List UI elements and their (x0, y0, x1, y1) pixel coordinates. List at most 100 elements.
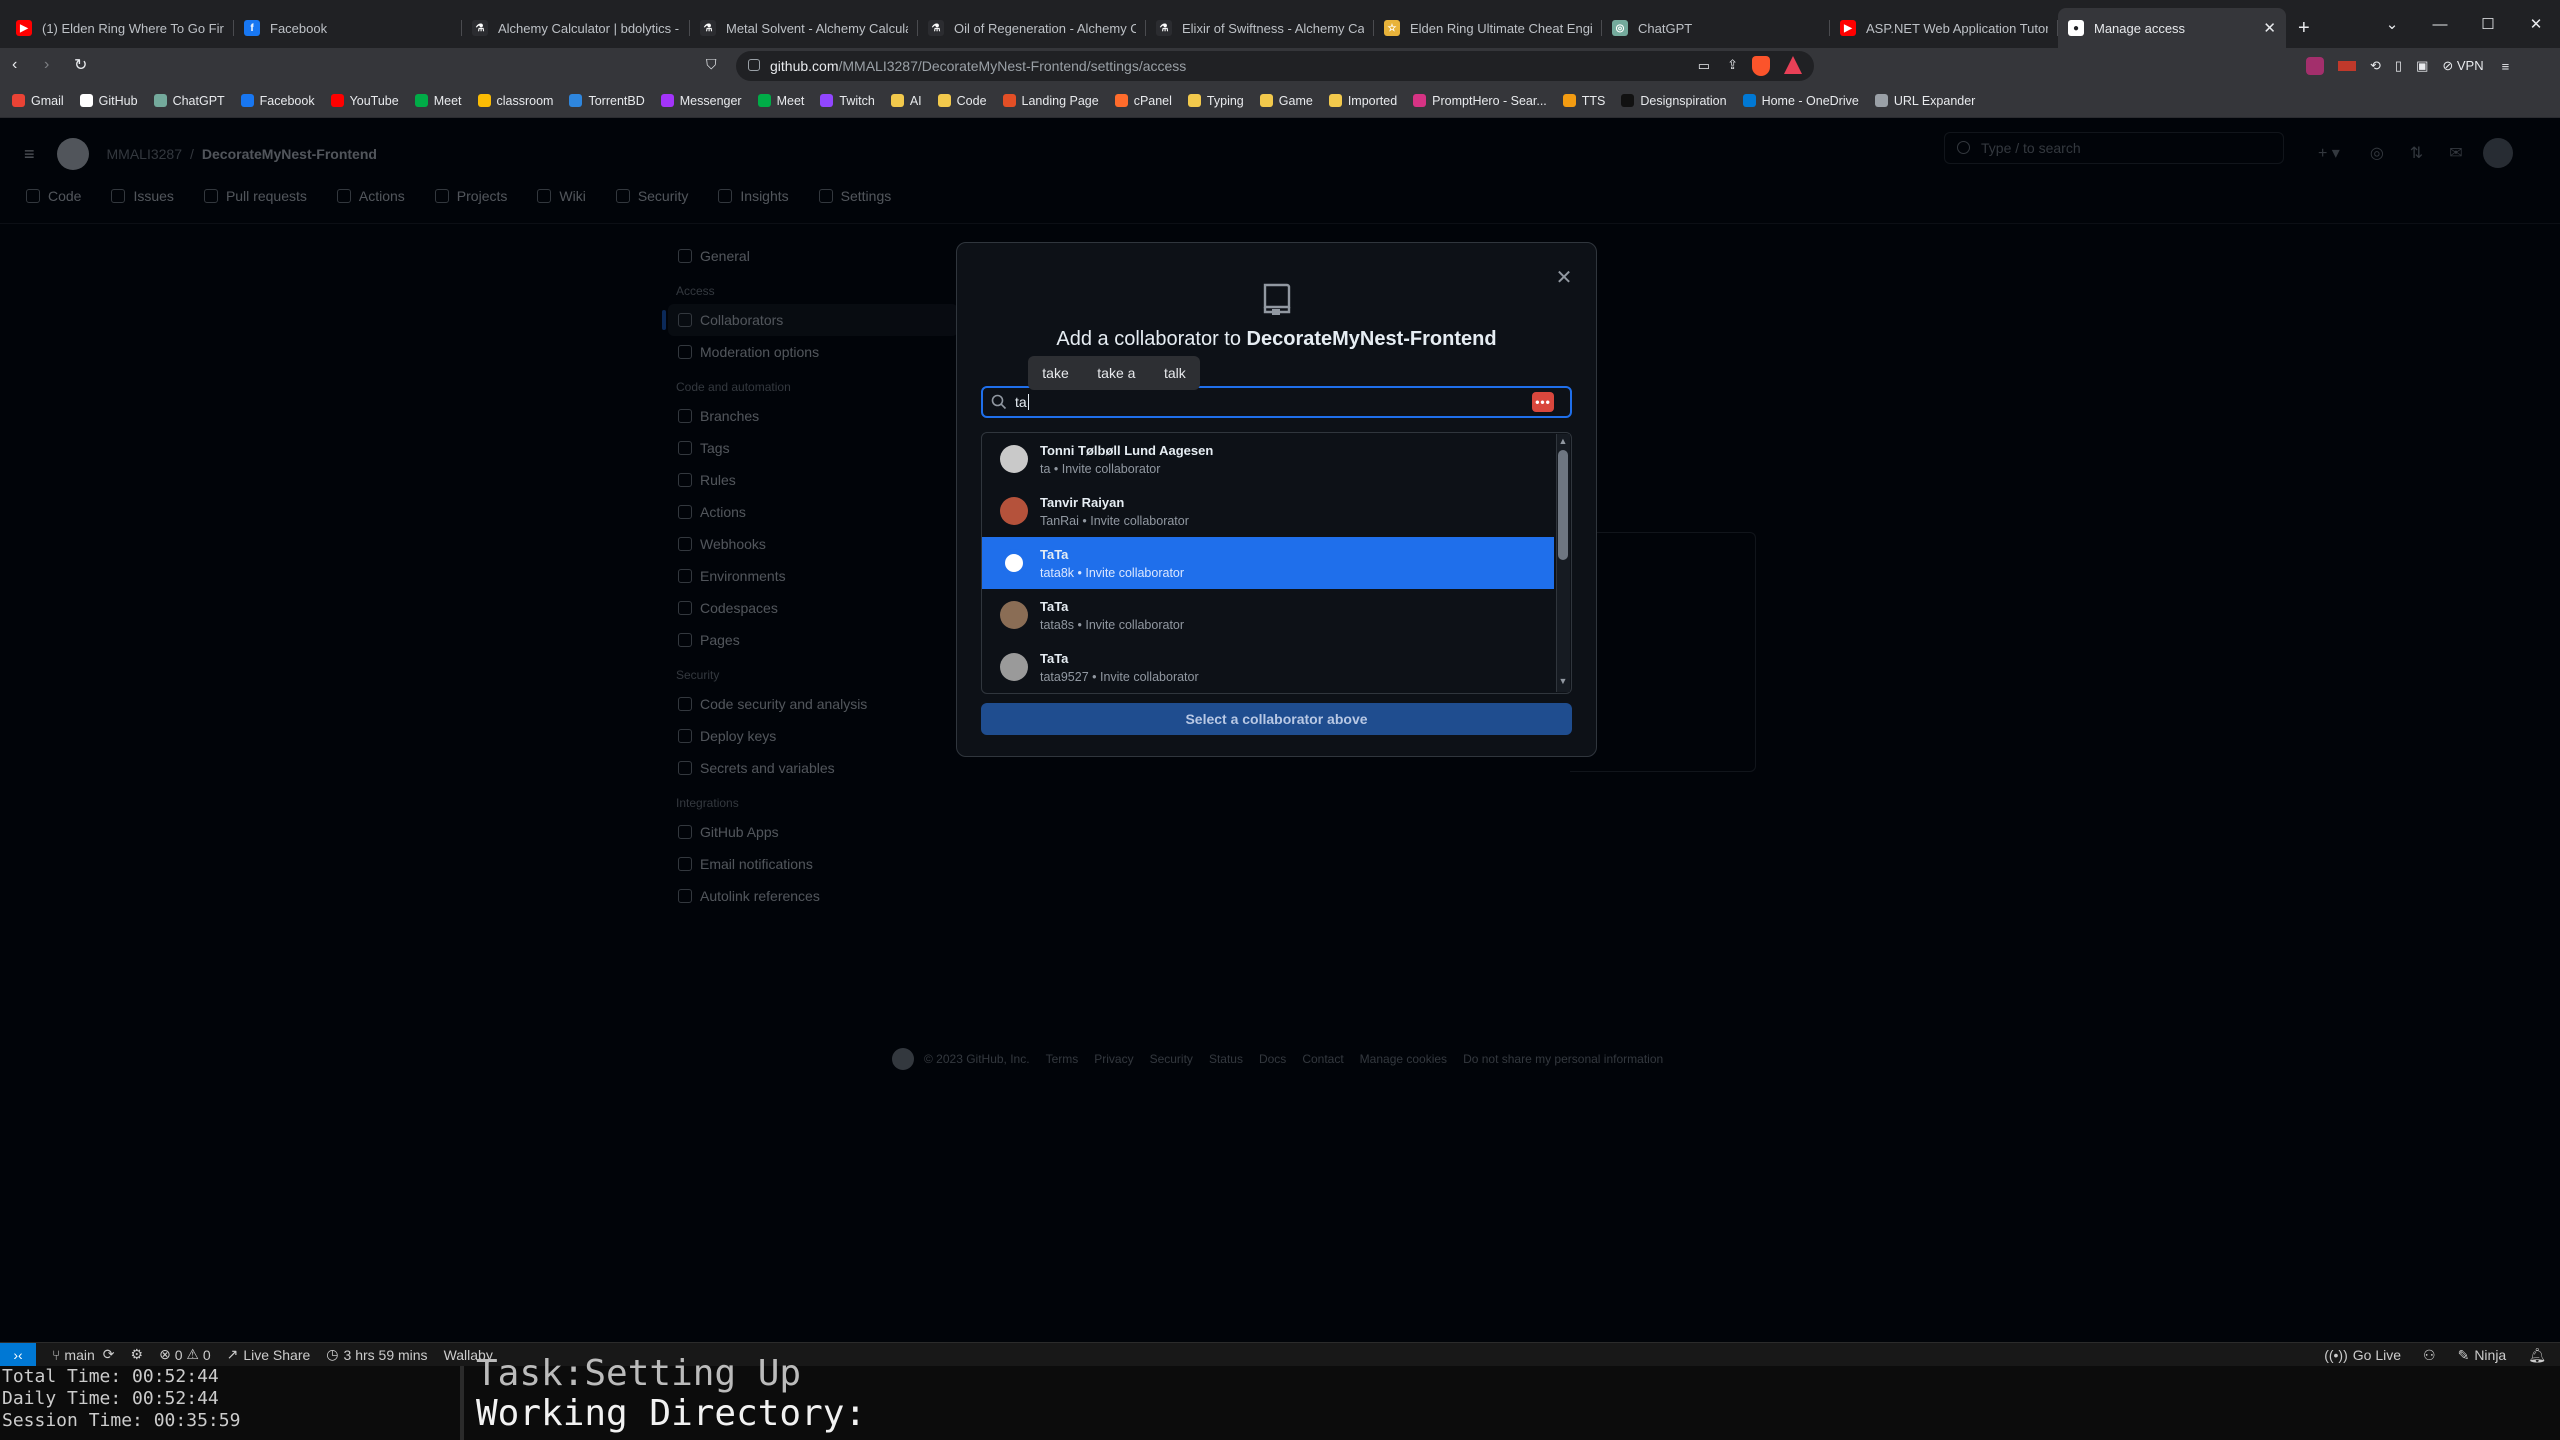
close-icon[interactable]: ✕ (1552, 266, 1576, 290)
terminal-time-panel[interactable]: Total Time: 00:52:44 Daily Time: 00:52:4… (0, 1366, 460, 1440)
browser-tab[interactable]: ▶ (1) Elden Ring Where To Go First | (6, 8, 234, 48)
sidebar-icon[interactable]: ▯ (2395, 58, 2402, 74)
remote-icon[interactable]: ›‹ (0, 1342, 36, 1367)
browser-tab[interactable]: ⚗ Oil of Regeneration - Alchemy Calc (918, 8, 1146, 48)
extension-puzzle-icon[interactable]: ⟲ (2370, 58, 2381, 74)
suggestion-item[interactable]: take a (1097, 365, 1135, 381)
hamburger-icon[interactable]: ≡ (24, 144, 35, 165)
sidebar-item-webhooks[interactable]: Webhooks (668, 528, 958, 560)
bookmark-item[interactable]: cPanel (1114, 94, 1172, 108)
tab-insights[interactable]: Insights (718, 188, 789, 204)
footer-link[interactable]: Manage cookies (1360, 1052, 1447, 1066)
sidebar-item-actions[interactable]: Actions (668, 496, 958, 528)
share-icon[interactable]: ⇪ (1727, 57, 1738, 73)
repo-name[interactable]: DecorateMyNest-Frontend (202, 146, 377, 162)
tab-pull-requests[interactable]: Pull requests (203, 188, 307, 204)
bookmark-item[interactable]: Facebook (240, 94, 315, 108)
tab-search-chevron-icon[interactable]: ⌄ (2368, 15, 2416, 33)
brave-shields-icon[interactable] (1752, 56, 1770, 76)
new-tab-button[interactable]: + (2298, 8, 2310, 48)
tab-actions[interactable]: Actions (336, 188, 405, 204)
vpn-button[interactable]: ⊘ VPN (2442, 58, 2483, 74)
bookmark-item[interactable]: Home - OneDrive (1742, 94, 1859, 108)
browser-tab[interactable]: ⚗ Alchemy Calculator | bdolytics - Th (462, 8, 690, 48)
bookmark-item[interactable]: Game (1259, 94, 1313, 108)
collaborator-result-row[interactable]: TaTa tata8k • Invite collaborator (982, 537, 1554, 589)
close-window-button[interactable]: ✕ (2512, 15, 2560, 33)
sidebar-item-deploy-keys[interactable]: Deploy keys (668, 720, 958, 752)
bookmark-item[interactable]: Messenger (660, 94, 742, 108)
bookmark-item[interactable]: GitHub (79, 94, 138, 108)
bookmark-item[interactable]: Imported (1328, 94, 1397, 108)
close-tab-icon[interactable]: ✕ (2263, 19, 2276, 37)
bookmark-item[interactable]: TTS (1562, 94, 1605, 108)
footer-link[interactable]: Contact (1302, 1052, 1343, 1066)
browser-tab[interactable]: ▶ ASP.NET Web Application Tutorial (1830, 8, 2058, 48)
browser-tab[interactable]: ◎ ChatGPT (1602, 8, 1830, 48)
sync-icon[interactable]: ⟳ (103, 1346, 115, 1363)
footer-link[interactable]: Privacy (1094, 1052, 1133, 1066)
menu-icon[interactable]: ≡ (2502, 59, 2510, 74)
forward-icon[interactable]: › (44, 56, 49, 74)
sidebar-item-email[interactable]: Email notifications (668, 848, 958, 880)
scroll-up-icon[interactable]: ▲ (1558, 436, 1568, 446)
back-icon[interactable]: ‹ (12, 56, 17, 74)
terminal-main-panel[interactable]: Task:Setting Up Working Directory: (464, 1354, 2560, 1440)
bookmark-item[interactable]: Designspiration (1621, 94, 1727, 108)
tab-security[interactable]: Security (615, 188, 688, 204)
pull-requests-icon[interactable]: ⇅ (2410, 143, 2423, 163)
tab-issues[interactable]: Issues (111, 188, 174, 204)
browser-tab[interactable]: ⚗ Elixir of Swiftness - Alchemy Calcul (1146, 8, 1374, 48)
bookmark-item[interactable]: ChatGPT (153, 94, 225, 108)
problems-indicator[interactable]: ⊗ 0 ⚠ 0 (159, 1346, 211, 1363)
bookmark-item[interactable]: YouTube (330, 94, 399, 108)
bookmark-icon[interactable]: ⛉ (706, 56, 717, 73)
sidebar-item-codespaces[interactable]: Codespaces (668, 592, 958, 624)
cast-icon[interactable]: ▭ (1698, 58, 1710, 74)
bookmark-item[interactable]: Typing (1187, 94, 1244, 108)
bookmark-item[interactable]: URL Expander (1874, 94, 1975, 108)
sidebar-item-tags[interactable]: Tags (668, 432, 958, 464)
debug-icon[interactable]: ⚙ (131, 1346, 144, 1363)
bookmark-item[interactable]: Meet (414, 94, 462, 108)
browser-tab[interactable]: f Facebook (234, 8, 462, 48)
github-logo-icon[interactable] (56, 138, 89, 170)
tab-wiki[interactable]: Wiki (537, 188, 586, 204)
browser-tab[interactable]: ● Manage access ✕ (2058, 8, 2286, 48)
tab-code[interactable]: Code (26, 188, 81, 204)
select-collaborator-button[interactable]: Select a collaborator above (981, 703, 1572, 735)
sidebar-item-autolink[interactable]: Autolink references (668, 880, 958, 912)
sidebar-item-secrets[interactable]: Secrets and variables (668, 752, 958, 784)
sidebar-item-branches[interactable]: Branches (668, 400, 958, 432)
time-tracker[interactable]: ◷ 3 hrs 59 mins (326, 1346, 427, 1363)
footer-link[interactable]: Security (1150, 1052, 1193, 1066)
site-info-icon[interactable] (748, 59, 760, 71)
sidebar-item-environments[interactable]: Environments (668, 560, 958, 592)
github-logo-icon[interactable] (892, 1048, 914, 1070)
inbox-icon[interactable]: ✉ (2449, 143, 2462, 163)
branch-indicator[interactable]: ⑂ main ⟳ (52, 1346, 115, 1363)
bookmark-item[interactable]: Landing Page (1002, 94, 1099, 108)
bookmark-item[interactable]: AI (890, 94, 922, 108)
sidebar-item-general[interactable]: General (668, 240, 958, 272)
bookmark-item[interactable]: Meet (757, 94, 804, 108)
collaborator-search-input[interactable]: ta (981, 386, 1572, 418)
repo-owner[interactable]: MMALI3287 (107, 146, 182, 162)
bookmark-item[interactable]: PromptHero - Sear... (1413, 94, 1547, 108)
url-bar[interactable]: github.com/MMALI3287/DecorateMyNest-Fron… (736, 51, 1814, 81)
wallet-icon[interactable]: ▣ (2416, 58, 2428, 74)
password-manager-icon[interactable]: ••• (1532, 392, 1554, 412)
scroll-down-icon[interactable]: ▼ (1558, 676, 1568, 686)
create-new-icon[interactable]: + ▾ (2318, 143, 2340, 163)
bookmark-item[interactable]: Code (937, 94, 987, 108)
extension-icon[interactable] (2306, 57, 2324, 75)
sidebar-item-rules[interactable]: Rules (668, 464, 958, 496)
tab-projects[interactable]: Projects (434, 188, 507, 204)
reload-icon[interactable]: ↻ (74, 55, 87, 75)
sidebar-item-pages[interactable]: Pages (668, 624, 958, 656)
collaborator-result-row[interactable]: Tanvir Raiyan TanRai • Invite collaborato… (982, 485, 1554, 537)
collaborator-result-row[interactable]: TaTa tata9527 • Invite collaborator (982, 641, 1554, 693)
bookmark-item[interactable]: Twitch (820, 94, 875, 108)
browser-tab[interactable]: ☆ Elden Ring Ultimate Cheat Engine (1374, 8, 1602, 48)
avatar[interactable] (2482, 138, 2513, 168)
